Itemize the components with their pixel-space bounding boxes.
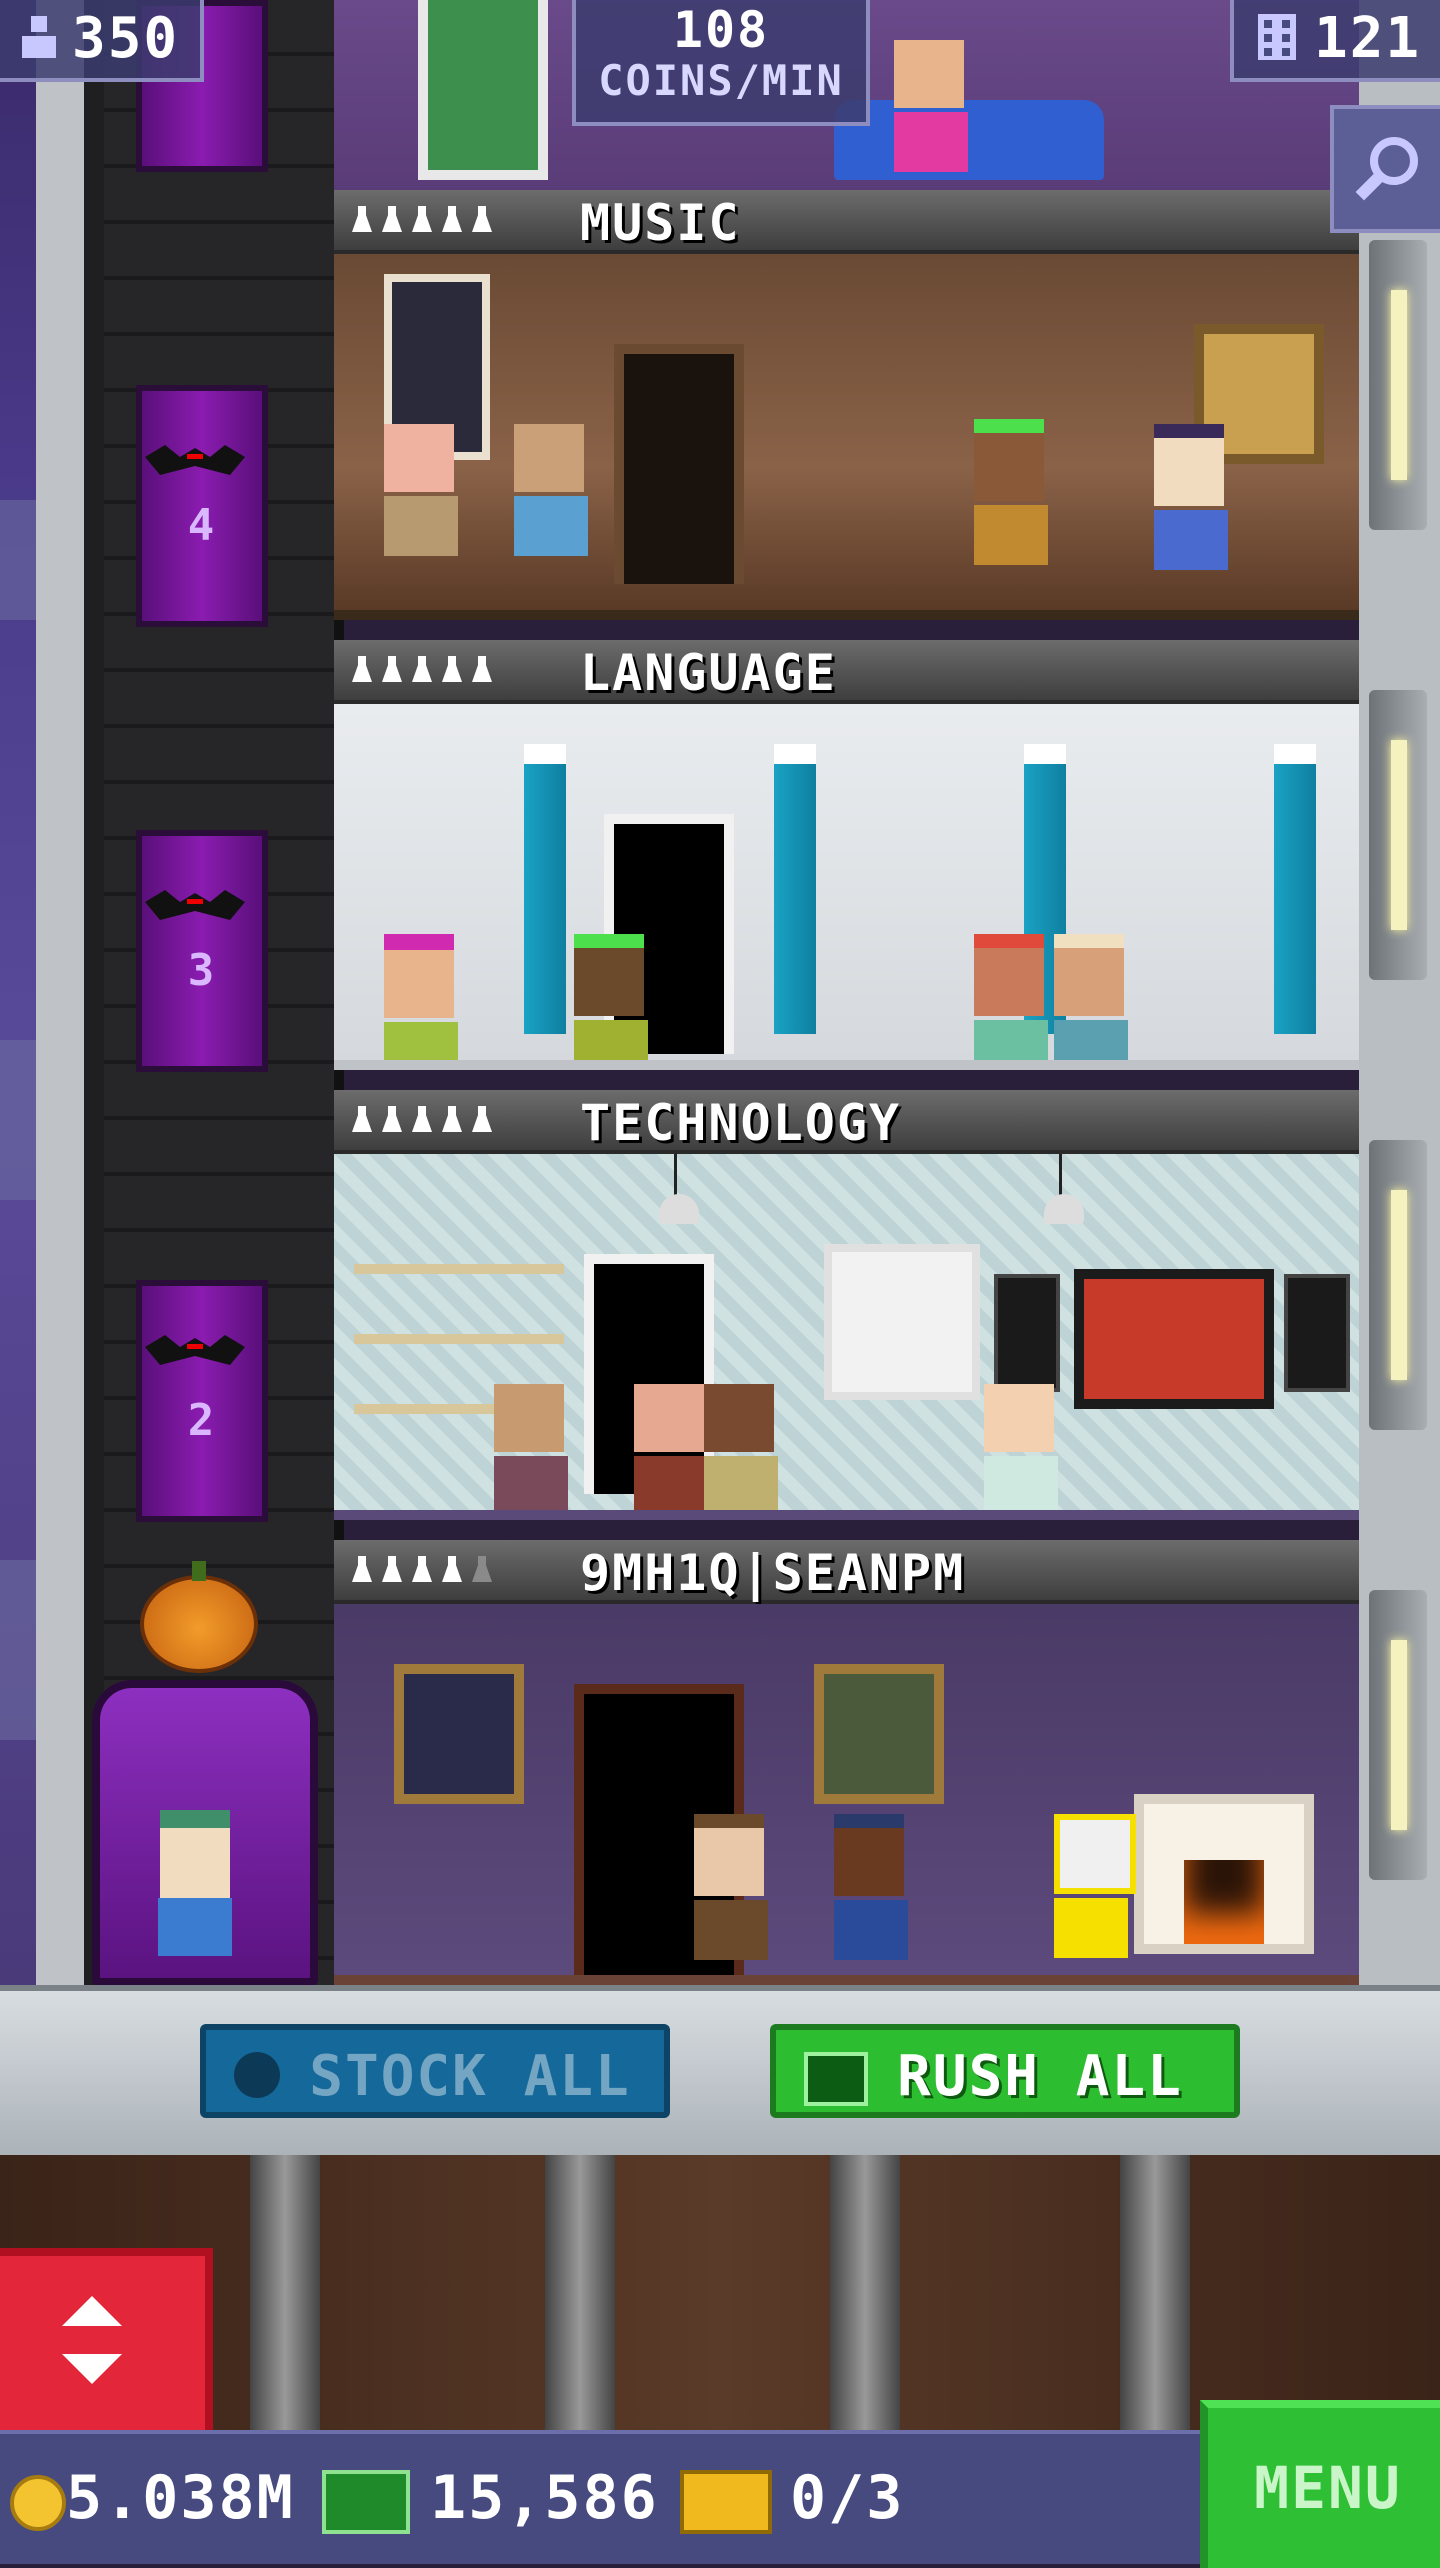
population-value: 350 <box>72 6 180 71</box>
floor-header: 9MH1Q|SEANPM <box>334 1540 1359 1604</box>
resident-sprite[interactable] <box>834 1814 908 1960</box>
magnifier-icon <box>1355 137 1418 201</box>
floor-count-value: 121 <box>1314 6 1422 71</box>
bat-icon <box>145 875 245 935</box>
floor-counter[interactable]: 121 <box>1230 0 1440 82</box>
framed-portrait <box>814 1664 944 1804</box>
floor-language[interactable]: LANGUAGE <box>334 640 1359 1070</box>
speaker <box>994 1274 1060 1392</box>
resident-sprite[interactable] <box>974 934 1048 1060</box>
coins-value: 5.038M <box>66 2463 295 2533</box>
ceiling-lamp <box>659 1154 707 1224</box>
resident-sprite[interactable] <box>384 934 458 1060</box>
floor-technology[interactable]: TECHNOLOGY <box>334 1090 1359 1520</box>
rush-all-label: RUSH ALL <box>897 2044 1183 2109</box>
bux-icon <box>804 2052 868 2106</box>
coin-icon <box>10 2475 66 2531</box>
clock-icon <box>234 2052 280 2098</box>
bat-icon <box>145 430 245 490</box>
tower-left-frame <box>36 0 90 1985</box>
floor-name: LANGUAGE <box>580 644 837 702</box>
elevator-floor-number: 4 <box>187 500 217 551</box>
elevator-floor-number: 3 <box>187 945 217 996</box>
floor-name: TECHNOLOGY <box>580 1094 902 1152</box>
basement-area <box>0 2155 1440 2430</box>
bat-icon <box>145 1320 245 1380</box>
elevator-button[interactable] <box>0 2248 213 2444</box>
elevator-floor-number: 2 <box>187 1395 217 1446</box>
resident-slots <box>352 206 492 236</box>
vip-ticket-icon <box>680 2470 772 2534</box>
room-interior[interactable] <box>334 1154 1359 1520</box>
resident-sprite[interactable] <box>694 1814 768 1960</box>
resident-sprite[interactable] <box>1154 424 1228 570</box>
resident-slots <box>352 1556 492 1586</box>
speaker <box>1284 1274 1350 1392</box>
elevator-door-floor-4[interactable]: 4 <box>136 385 268 627</box>
elevator-door-floor-3[interactable]: 3 <box>136 830 268 1072</box>
coins-per-min-label: COINS/MIN <box>598 56 844 105</box>
room-interior[interactable] <box>334 704 1359 1070</box>
resident-sprite[interactable] <box>974 419 1048 565</box>
elevator-door-floor-2[interactable]: 2 <box>136 1280 268 1522</box>
person-icon <box>22 16 56 58</box>
resident-slots <box>352 656 492 686</box>
fireplace <box>1134 1794 1314 1954</box>
resident-sprite[interactable] <box>494 1384 568 1510</box>
framed-portrait <box>394 1664 524 1804</box>
blue-sofa <box>834 100 1104 180</box>
green-door <box>418 0 548 180</box>
resident-sprite[interactable] <box>634 1384 708 1510</box>
window <box>824 1244 980 1400</box>
floor-custom[interactable]: 9MH1Q|SEANPM <box>334 1540 1359 1985</box>
floor-header: LANGUAGE <box>334 640 1359 704</box>
vip-value: 0/3 <box>790 2463 905 2533</box>
floor-music[interactable]: MUSIC <box>334 190 1359 620</box>
floor-name: MUSIC <box>580 194 741 252</box>
floor-header: TECHNOLOGY <box>334 1090 1359 1154</box>
tv-screen <box>1074 1269 1274 1409</box>
menu-button[interactable]: MENU <box>1200 2400 1440 2568</box>
resident-sprite[interactable] <box>384 424 458 556</box>
ceiling-lamp <box>1044 1154 1092 1224</box>
bux-icon <box>322 2470 410 2534</box>
floor-header: MUSIC <box>334 190 1359 254</box>
pumpkin-icon <box>140 1561 258 1673</box>
stock-all-label: STOCK ALL <box>309 2044 631 2109</box>
elevator-rider[interactable] <box>150 1810 240 1960</box>
rush-all-button[interactable]: RUSH ALL <box>770 2024 1240 2118</box>
coins-per-minute-panel: 108 COINS/MIN <box>572 0 870 126</box>
population-counter[interactable]: 350 <box>0 0 204 82</box>
resident-sprite[interactable] <box>574 934 648 1060</box>
doorway <box>614 344 744 584</box>
resident-sprite[interactable] <box>984 1384 1058 1510</box>
tower-right-frame <box>1359 0 1440 1985</box>
resident-sprite[interactable] <box>704 1384 778 1510</box>
resident-sprite[interactable] <box>1054 1814 1136 1958</box>
stock-all-button[interactable]: STOCK ALL <box>200 2024 670 2118</box>
resident-slots <box>352 1106 492 1136</box>
resident-sprite[interactable] <box>894 40 968 172</box>
room-interior[interactable] <box>334 254 1359 620</box>
resident-sprite[interactable] <box>514 424 588 556</box>
room-interior[interactable] <box>334 1604 1359 1985</box>
resident-sprite[interactable] <box>1054 934 1128 1060</box>
coins-per-min-value: 108 <box>672 1 770 59</box>
building-icon <box>1258 14 1296 60</box>
bux-value: 15,586 <box>430 2463 659 2533</box>
floor-name: 9MH1Q|SEANPM <box>580 1544 966 1602</box>
search-button[interactable] <box>1330 105 1440 233</box>
